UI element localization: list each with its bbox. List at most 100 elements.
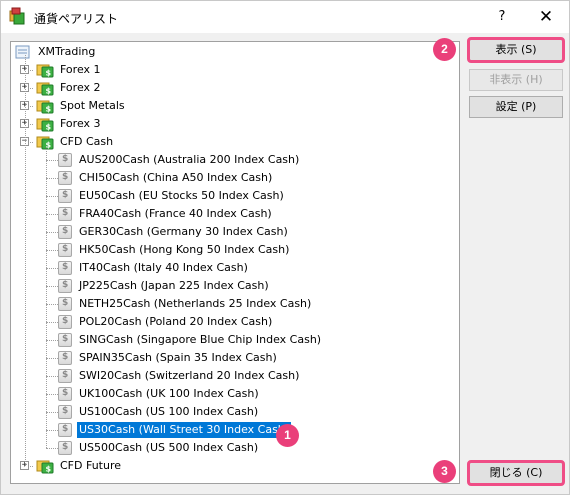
tree-connector (46, 358, 58, 359)
currency-folder-icon: $ (36, 100, 54, 114)
tree-symbol-11-label: SPAIN35Cash (Spain 35 Index Cash) (79, 351, 277, 364)
help-button[interactable]: ? (489, 5, 515, 29)
tree-symbol-3-label: FRA40Cash (France 40 Index Cash) (79, 207, 272, 220)
tree-symbol-10[interactable]: SINGCash (Singapore Blue Chip Index Cash… (58, 331, 323, 349)
settings-button[interactable]: 設定 (P) (469, 96, 563, 118)
tree-symbol-0-label: AUS200Cash (Australia 200 Index Cash) (79, 153, 300, 166)
symbols-dialog: 通貨ペアリスト ? ✕ XMTrading + $ Forex 1 + $ Forex 2 +… (0, 0, 570, 495)
symbol-icon (58, 207, 72, 221)
tree-connector (46, 394, 58, 395)
symbol-icon (58, 243, 72, 257)
tree-symbol-15-label: US30Cash (Wall Street 30 Index Cash) (75, 421, 293, 439)
tree-symbol-2-label: EU50Cash (EU Stocks 50 Index Cash) (79, 189, 284, 202)
tree-symbol-1-label: CHI50Cash (China A50 Index Cash) (79, 171, 273, 184)
tree-group-4[interactable]: $ CFD Cash (36, 133, 115, 151)
tree-symbol-15[interactable]: US30Cash (Wall Street 30 Index Cash) (58, 421, 293, 439)
show-button[interactable]: 表示 (S) (467, 37, 565, 63)
tree-group-3[interactable]: $ Forex 3 (36, 115, 103, 133)
app-icon (9, 7, 25, 25)
symbol-icon (58, 369, 72, 383)
tree-connector (46, 160, 58, 161)
tree-connector (46, 340, 58, 341)
tree-symbol-5[interactable]: HK50Cash (Hong Kong 50 Index Cash) (58, 241, 291, 259)
window-title: 通貨ペアリスト (34, 12, 119, 26)
tree-group-2-label: Spot Metals (60, 99, 125, 112)
tree-group-1-label: Forex 2 (60, 81, 101, 94)
tree-symbol-11[interactable]: SPAIN35Cash (Spain 35 Index Cash) (58, 349, 279, 367)
tree-connector (46, 376, 58, 377)
symbol-icon (58, 315, 72, 329)
tree-root[interactable]: XMTrading (14, 43, 97, 61)
symbol-icon (58, 261, 72, 275)
annotation-badge-3: 3 (433, 460, 456, 483)
symbol-icon (58, 225, 72, 239)
symbol-icon (58, 423, 72, 437)
tree-symbol-6-label: IT40Cash (Italy 40 Index Cash) (79, 261, 248, 274)
tree-symbol-2[interactable]: EU50Cash (EU Stocks 50 Index Cash) (58, 187, 286, 205)
tree-symbol-12-label: SWI20Cash (Switzerland 20 Index Cash) (79, 369, 300, 382)
tree-symbol-16-label: US500Cash (US 500 Index Cash) (79, 441, 259, 454)
title-bar: 通貨ペアリスト ? ✕ (1, 1, 569, 33)
symbol-icon (58, 279, 72, 293)
tree-symbol-7-label: JP225Cash (Japan 225 Index Cash) (79, 279, 269, 292)
annotation-badge-1: 1 (276, 424, 299, 447)
server-icon (15, 45, 30, 59)
currency-folder-icon: $ (36, 118, 54, 132)
tree-connector (46, 412, 58, 413)
tree-symbol-4[interactable]: GER30Cash (Germany 30 Index Cash) (58, 223, 290, 241)
tree-connector (46, 430, 58, 431)
tree-symbol-9[interactable]: POL20Cash (Poland 20 Index Cash) (58, 313, 274, 331)
currency-folder-icon: $ (36, 64, 54, 78)
tree-symbol-0[interactable]: AUS200Cash (Australia 200 Index Cash) (58, 151, 301, 169)
tree-symbol-14[interactable]: US100Cash (US 100 Index Cash) (58, 403, 260, 421)
currency-folder-icon: $ (36, 460, 54, 474)
tree-symbol-1[interactable]: CHI50Cash (China A50 Index Cash) (58, 169, 274, 187)
tree-symbol-4-label: GER30Cash (Germany 30 Index Cash) (79, 225, 288, 238)
symbol-icon (58, 171, 72, 185)
tree-symbol-8-label: NETH25Cash (Netherlands 25 Index Cash) (79, 297, 312, 310)
symbol-icon (58, 189, 72, 203)
symbol-icon (58, 333, 72, 347)
tree-connector (46, 196, 58, 197)
symbol-icon (58, 405, 72, 419)
tree-group-5[interactable]: $ CFD Future (36, 457, 123, 475)
tree-group-2[interactable]: $ Spot Metals (36, 97, 127, 115)
tree-connector (46, 250, 58, 251)
tree-connector (46, 232, 58, 233)
tree-symbol-12[interactable]: SWI20Cash (Switzerland 20 Index Cash) (58, 367, 301, 385)
symbol-icon (58, 387, 72, 401)
symbol-icon (58, 297, 72, 311)
tree-group-0[interactable]: $ Forex 1 (36, 61, 103, 79)
hide-button[interactable]: 非表示 (H) (469, 69, 563, 91)
svg-text:$: $ (46, 69, 52, 78)
tree-group-0-label: Forex 1 (60, 63, 101, 76)
tree-connector (46, 322, 58, 323)
tree-symbol-8[interactable]: NETH25Cash (Netherlands 25 Index Cash) (58, 295, 313, 313)
tree-group-1[interactable]: $ Forex 2 (36, 79, 103, 97)
currency-folder-icon: $ (36, 136, 54, 150)
tree-symbol-13-label: UK100Cash (UK 100 Index Cash) (79, 387, 259, 400)
svg-text:$: $ (46, 87, 52, 96)
tree-symbol-3[interactable]: FRA40Cash (France 40 Index Cash) (58, 205, 274, 223)
tree-symbol-6[interactable]: IT40Cash (Italy 40 Index Cash) (58, 259, 250, 277)
tree-group-3-label: Forex 3 (60, 117, 101, 130)
symbol-icon (58, 351, 72, 365)
tree-symbol-5-label: HK50Cash (Hong Kong 50 Index Cash) (79, 243, 290, 256)
tree-connector (46, 178, 58, 179)
tree-symbol-16[interactable]: US500Cash (US 500 Index Cash) (58, 439, 260, 457)
tree-group-5-label: CFD Future (60, 459, 122, 472)
close-window-button[interactable]: ✕ (531, 5, 561, 29)
tree-connector (46, 268, 58, 269)
symbol-icon (58, 441, 72, 455)
tree-symbol-13[interactable]: UK100Cash (UK 100 Index Cash) (58, 385, 261, 403)
close-button[interactable]: 閉じる (C) (467, 460, 565, 486)
tree-connector (46, 304, 58, 305)
tree-connector (46, 214, 58, 215)
tree-symbol-7[interactable]: JP225Cash (Japan 225 Index Cash) (58, 277, 271, 295)
tree-symbol-14-label: US100Cash (US 100 Index Cash) (79, 405, 259, 418)
svg-text:$: $ (46, 123, 52, 132)
tree-symbol-10-label: SINGCash (Singapore Blue Chip Index Cash… (79, 333, 322, 346)
currency-folder-icon: $ (36, 82, 54, 96)
symbol-tree[interactable]: XMTrading + $ Forex 1 + $ Forex 2 + $ Spot Metals… (10, 41, 460, 484)
annotation-badge-2: 2 (433, 38, 456, 61)
